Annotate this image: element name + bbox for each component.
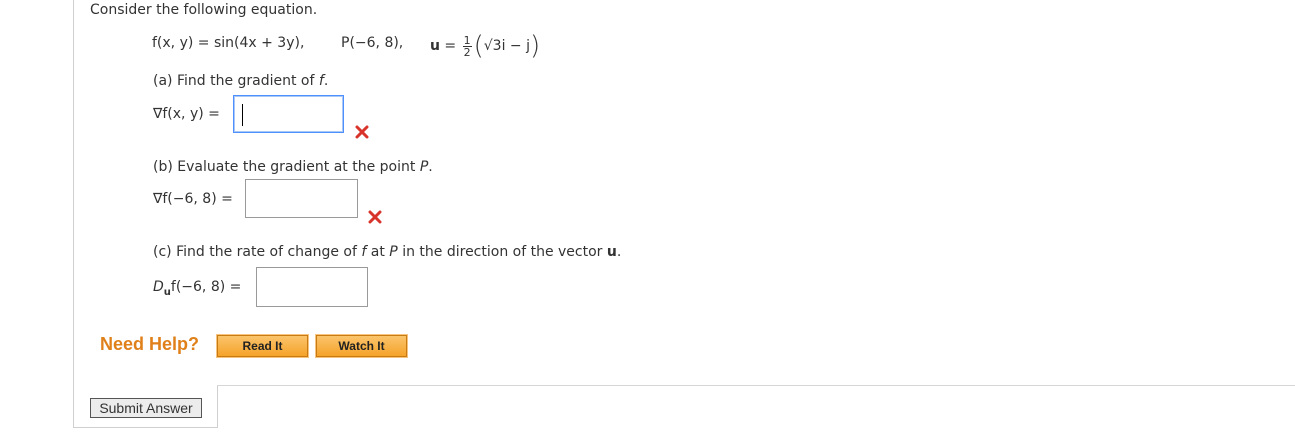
question-intro: Consider the following equation.: [90, 2, 318, 18]
question-panel-bottom-border: [73, 427, 218, 428]
submit-answer-button[interactable]: Submit Answer: [90, 398, 202, 418]
read-it-button[interactable]: Read It: [216, 334, 309, 358]
part-b-lhs: ∇f(−6, 8) =: [153, 191, 233, 207]
vector-body: √3i − j: [483, 38, 531, 54]
part-c-answer-input[interactable]: [256, 267, 368, 307]
vector-equals: =: [444, 38, 457, 54]
panel-separator: [217, 385, 218, 428]
part-a-answer-input[interactable]: [233, 95, 344, 133]
text-caret: [242, 104, 243, 126]
part-a-lhs: ∇f(x, y) =: [153, 106, 220, 122]
question-panel-border: [73, 0, 74, 427]
equation-point: P(−6, 8),: [341, 35, 404, 51]
watch-it-button[interactable]: Watch It: [315, 334, 408, 358]
part-c-prompt: (c) Find the rate of change of f at P in…: [153, 244, 622, 260]
divider-line: [217, 385, 1295, 386]
part-b-prompt: (b) Evaluate the gradient at the point P…: [153, 159, 433, 175]
x-mark-icon: [355, 125, 369, 139]
equation-function: f(x, y) = sin(4x + 3y),: [152, 35, 305, 51]
x-mark-icon: [368, 210, 382, 224]
need-help-label: Need Help?: [100, 334, 200, 354]
fraction-one-half: 12: [462, 33, 472, 59]
equation-vector: u = 1 2 (√3i − j): [430, 31, 541, 61]
part-a-prompt: (a) Find the gradient of f.: [153, 73, 329, 89]
part-c-lhs: Duf(−6, 8) =: [153, 279, 242, 298]
vector-u-label: u: [430, 38, 440, 54]
part-b-answer-input[interactable]: [245, 179, 358, 218]
